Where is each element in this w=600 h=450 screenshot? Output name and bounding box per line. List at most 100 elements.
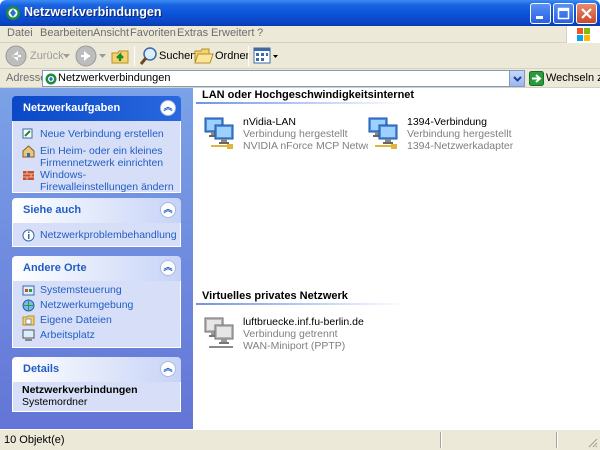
see-also-body: Netzwerkproblembehandlung	[12, 223, 181, 247]
place-label: Eigene Dateien	[40, 314, 112, 326]
group-title-lan: LAN oder Hochgeschwindigkeitsinternet	[202, 89, 415, 101]
details-panel: Details ︽ Netzwerkverbindungen Systemord…	[12, 357, 181, 412]
other-places-panel: Andere Orte ︽ Systemsteuerung Netzwerkum…	[12, 256, 181, 348]
toolbar-separator	[134, 46, 135, 66]
details-header[interactable]: Details ︽	[12, 357, 181, 382]
details-title: Details	[23, 363, 60, 375]
address-value: Netzwerkverbindungen	[58, 72, 171, 84]
task-label: Netzwerkproblembehandlung	[40, 229, 177, 241]
place-label: Systemsteuerung	[40, 284, 122, 296]
see-also-header[interactable]: Siehe auch ︽	[12, 198, 181, 223]
menu-datei[interactable]: Datei	[7, 27, 33, 39]
details-name: Netzwerkverbindungen	[22, 384, 138, 396]
toolbar: Zurück Suchen Ordner	[0, 43, 600, 69]
back-button[interactable]: Zurück	[5, 45, 67, 67]
collapse-icon[interactable]: ︽	[160, 361, 176, 377]
menu-help[interactable]: ?	[257, 27, 263, 39]
chevron-down-icon	[513, 76, 522, 82]
network-tasks-title: Netzwerkaufgaben	[23, 102, 121, 114]
collapse-icon[interactable]: ︽	[160, 202, 176, 218]
status-bar: 10 Objekt(e)	[0, 429, 600, 450]
network-tasks-body: Neue Verbindung erstellen Ein Heim- oder…	[12, 121, 181, 193]
status-separator	[440, 432, 442, 448]
group-divider	[196, 102, 406, 104]
connection-status: Verbindung getrennt	[243, 328, 338, 340]
collapse-icon[interactable]: ︽	[160, 260, 176, 276]
network-connections-icon	[6, 6, 20, 20]
views-button[interactable]	[253, 46, 279, 66]
connection-device: WAN-Miniport (PPTP)	[243, 340, 346, 352]
window-title: Netzwerkverbindungen	[24, 5, 162, 19]
network-connections-icon	[45, 73, 57, 85]
connection-device: NVIDIA nForce MCP Networkin...	[243, 140, 368, 152]
toolbar-separator	[248, 46, 249, 66]
task-label: Neue Verbindung erstellen	[40, 128, 164, 140]
address-input[interactable]: Netzwerkverbindungen	[42, 70, 525, 87]
my-computer-icon	[22, 329, 35, 341]
network-places-icon	[22, 299, 35, 312]
lan-connection-icon	[204, 117, 234, 149]
task-label: Windows-Firewalleinstellungen ändern	[40, 169, 174, 193]
menu-bar: Datei Bearbeiten Ansicht Favoriten Extra…	[0, 26, 600, 43]
minimize-button[interactable]	[530, 3, 551, 24]
close-button[interactable]	[576, 3, 597, 24]
control-panel-icon	[22, 285, 35, 296]
other-places-body: Systemsteuerung Netzwerkumgebung Eigene …	[12, 281, 181, 348]
resize-grip-icon[interactable]	[586, 436, 598, 448]
new-connection-icon	[22, 128, 33, 139]
info-icon	[22, 229, 35, 242]
go-arrow-icon	[529, 71, 544, 86]
address-label: Adresse	[6, 72, 47, 84]
firewall-icon	[23, 171, 34, 180]
address-bar: Adresse Netzwerkverbindungen Wechseln zu	[0, 69, 600, 88]
collapse-icon[interactable]: ︽	[160, 100, 176, 116]
place-label: Arbeitsplatz	[40, 329, 95, 341]
menu-bearbeiten[interactable]: Bearbeiten	[40, 27, 93, 39]
home-network-icon	[22, 145, 35, 158]
folders-label: Ordner	[215, 50, 250, 62]
connection-vpn[interactable]: luftbruecke.inf.fu-berlin.de Verbindung …	[203, 316, 373, 356]
menu-erweitert[interactable]: Erweitert	[211, 27, 254, 39]
search-icon	[139, 47, 157, 65]
forward-arrow-icon[interactable]	[75, 45, 97, 67]
connection-device: 1394-Netzwerkadapter	[407, 140, 514, 152]
back-dropdown-icon[interactable]	[63, 54, 70, 59]
my-documents-icon	[22, 315, 35, 326]
connection-name: luftbruecke.inf.fu-berlin.de	[243, 316, 364, 328]
network-tasks-header[interactable]: Netzwerkaufgaben ︽	[12, 96, 181, 121]
group-divider	[196, 303, 406, 305]
connection-name: nVidia-LAN	[243, 116, 296, 128]
other-places-title: Andere Orte	[23, 262, 87, 274]
windows-logo-icon	[566, 26, 600, 43]
forward-dropdown-icon[interactable]	[99, 54, 106, 59]
search-label: Suchen	[159, 50, 197, 62]
search-button[interactable]: Suchen	[139, 45, 196, 67]
menu-extras[interactable]: Extras	[177, 27, 208, 39]
back-label: Zurück	[30, 50, 64, 62]
address-dropdown-button[interactable]	[509, 71, 524, 86]
go-label: Wechseln zu	[546, 72, 600, 84]
title-bar[interactable]: Netzwerkverbindungen	[0, 0, 600, 26]
menu-ansicht[interactable]: Ansicht	[93, 27, 129, 39]
task-pane: Netzwerkaufgaben ︽ Neue Verbindung erste…	[0, 88, 193, 429]
back-arrow-icon	[5, 45, 27, 67]
go-button[interactable]: Wechseln zu	[528, 70, 600, 87]
see-also-title: Siehe auch	[23, 204, 82, 216]
connections-view: LAN oder Hochgeschwindigkeitsinternet nV…	[193, 88, 600, 429]
details-type: Systemordner	[22, 396, 88, 408]
details-body: Netzwerkverbindungen Systemordner	[12, 382, 181, 412]
connection-1394[interactable]: 1394-Verbindung Verbindung hergestellt 1…	[367, 116, 537, 156]
menu-favoriten[interactable]: Favoriten	[130, 27, 176, 39]
see-also-panel: Siehe auch ︽ Netzwerkproblembehandlung	[12, 198, 181, 247]
place-label: Netzwerkumgebung	[40, 299, 134, 311]
network-tasks-panel: Netzwerkaufgaben ︽ Neue Verbindung erste…	[12, 96, 181, 193]
folders-button[interactable]: Ordner	[194, 45, 249, 67]
maximize-button[interactable]	[553, 3, 574, 24]
status-separator	[556, 432, 558, 448]
group-title-vpn: Virtuelles privates Netzwerk	[202, 290, 348, 302]
up-folder-icon[interactable]	[110, 46, 130, 66]
connection-nvidia-lan[interactable]: nVidia-LAN Verbindung hergestellt NVIDIA…	[203, 116, 373, 156]
connection-name: 1394-Verbindung	[407, 116, 487, 128]
connection-status: Verbindung hergestellt	[243, 128, 348, 140]
other-places-header[interactable]: Andere Orte ︽	[12, 256, 181, 281]
